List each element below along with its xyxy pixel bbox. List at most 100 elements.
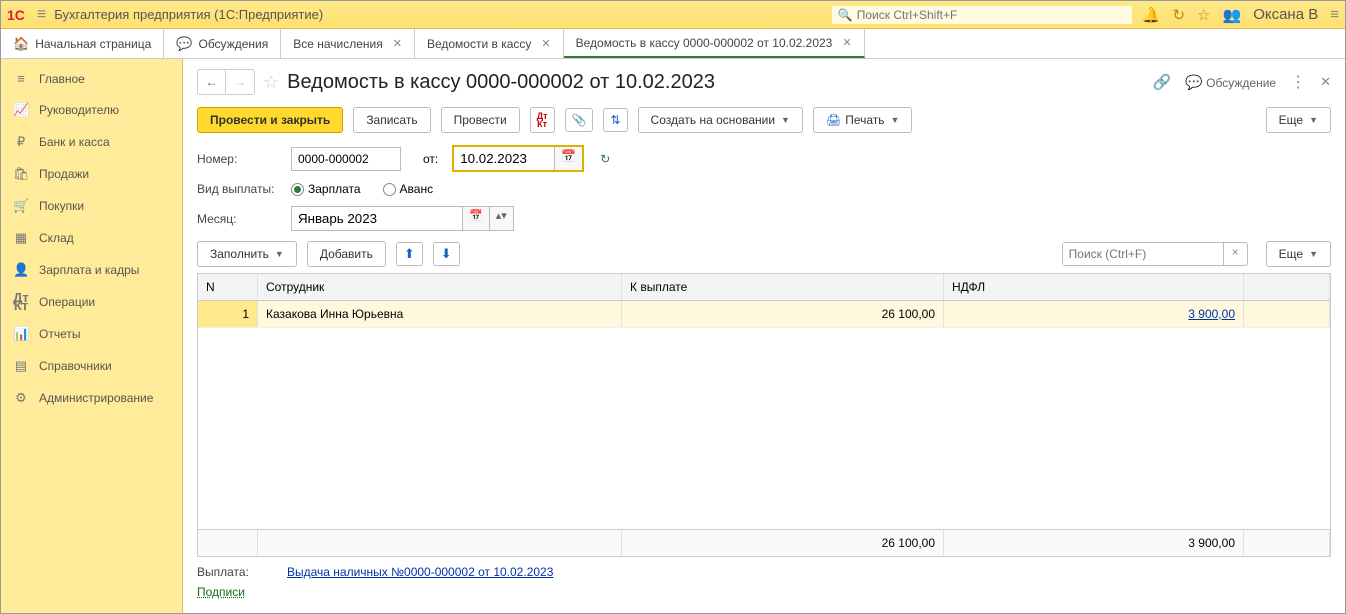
calendar-icon[interactable]: 📅 [554,147,582,170]
post-close-button[interactable]: Провести и закрыть [197,107,343,133]
toolbar: Провести и закрыть Записать Провести ДтК… [197,107,1331,133]
grid-search: × [1062,242,1248,266]
sidebar-item-bank[interactable]: ₽Банк и касса [1,126,182,158]
tab-discussions[interactable]: 💬Обсуждения [164,29,281,58]
fill-button[interactable]: Заполнить▼ [197,241,297,267]
number-input[interactable] [291,147,401,171]
chat-icon: 💬 [176,36,192,52]
move-down-button[interactable]: ⬇ [433,242,460,266]
col-employee[interactable]: Сотрудник [258,274,622,300]
user-icon[interactable]: 👥 [1223,6,1242,24]
date-input-wrap: 📅 [452,145,584,172]
save-button[interactable]: Записать [353,107,430,133]
doc-header: ← → ☆ Ведомость в кассу 0000-000002 от 1… [197,69,1331,95]
cart-icon: 🛒 [13,198,29,214]
dtkt-button[interactable]: ДтКт [530,107,555,133]
col-n[interactable]: N [198,274,258,300]
sidebar-item-reports[interactable]: 📊Отчеты [1,318,182,350]
move-up-button[interactable]: ⬆ [396,242,423,266]
payment-link[interactable]: Выдача наличных №0000-000002 от 10.02.20… [287,565,553,579]
titlebar: 1C ≡ Бухгалтерия предприятия (1С:Предпри… [1,1,1345,29]
kebab-icon[interactable]: ⋮ [1290,72,1306,92]
ruble-icon: ₽ [13,134,29,150]
close-panel-icon[interactable]: ✕ [1320,74,1331,90]
search-icon: 🔍 [838,8,853,22]
stepper-icon[interactable]: ▴▾ [489,207,513,230]
close-icon[interactable]: ✕ [393,37,402,50]
caret-down-icon: ▼ [1309,249,1318,259]
payment-label: Выплата: [197,565,267,579]
global-search[interactable]: 🔍 [832,6,1132,24]
radio-advance[interactable]: Аванс [383,182,434,196]
paytype-label: Вид выплаты: [197,182,283,196]
bell-icon[interactable]: 🔔 [1142,6,1161,24]
close-icon[interactable]: ✕ [541,37,550,50]
from-label: от: [423,152,438,166]
month-input[interactable] [292,207,462,230]
user-name[interactable]: Оксана В [1253,6,1318,23]
row-month: Месяц: 📅 ▴▾ [197,206,1331,231]
menu-icon[interactable]: ≡ [37,6,46,24]
calendar-icon[interactable]: 📅 [462,207,489,230]
more-button[interactable]: Еще▼ [1266,107,1331,133]
sidebar-item-manager[interactable]: 📈Руководителю [1,94,182,126]
favorite-icon[interactable]: ☆ [263,72,279,93]
link-icon[interactable]: 🔗 [1153,73,1172,91]
menu-right-icon[interactable]: ≡ [1330,6,1339,23]
attach-button[interactable]: 📎 [565,108,594,132]
sidebar-item-stock[interactable]: ▦Склад [1,222,182,254]
global-search-input[interactable] [857,8,1126,22]
tab-accruals[interactable]: Все начисления✕ [281,29,415,58]
clear-search-icon[interactable]: × [1223,243,1247,265]
app-title: Бухгалтерия предприятия (1С:Предприятие) [54,7,323,22]
structure-button[interactable]: ⇅ [603,108,627,132]
boxes-icon: ▦ [13,230,29,246]
discussion-icon[interactable]: 💬 [1185,74,1202,90]
caret-down-icon: ▼ [781,115,790,125]
post-button[interactable]: Провести [441,107,520,133]
add-button[interactable]: Добавить [307,241,386,267]
grid-search-input[interactable] [1063,243,1223,265]
sidebar-item-hr[interactable]: 👤Зарплата и кадры [1,254,182,286]
history-icon[interactable]: ↻ [1172,6,1185,24]
main-content: ← → ☆ Ведомость в кассу 0000-000002 от 1… [183,59,1345,613]
total-pay: 26 100,00 [622,530,944,556]
sidebar-item-sales[interactable]: 🛍Продажи [1,158,182,190]
tabbar: 🏠Начальная страница 💬Обсуждения Все начи… [1,29,1345,59]
nav-forward-button[interactable]: → [226,70,254,94]
close-icon[interactable]: ✕ [842,36,851,49]
sidebar-item-catalogs[interactable]: ▤Справочники [1,350,182,382]
tab-payrolls[interactable]: Ведомости в кассу✕ [415,29,564,58]
nav-back-button[interactable]: ← [198,70,226,94]
date-input[interactable] [454,147,554,170]
create-based-button[interactable]: Создать на основании▼ [638,107,803,133]
cell-employee: Казакова Инна Юрьевна [258,301,622,327]
star-icon[interactable]: ☆ [1197,6,1210,24]
sidebar-item-main[interactable]: ≡Главное [1,63,182,94]
ndfl-link[interactable]: 3 900,00 [1188,307,1235,321]
table-row[interactable]: 1 Казакова Инна Юрьевна 26 100,00 3 900,… [198,301,1330,328]
row-paytype: Вид выплаты: Зарплата Аванс [197,182,1331,196]
grid-footer: 26 100,00 3 900,00 [198,529,1330,556]
sidebar-item-operations[interactable]: ДтКтОперации [1,286,182,318]
tab-payroll-doc[interactable]: Ведомость в кассу 0000-000002 от 10.02.2… [564,29,865,58]
tab-home[interactable]: 🏠Начальная страница [1,29,164,58]
month-label: Месяц: [197,212,283,226]
signatures-link[interactable]: Подписи [197,585,245,599]
person-icon: 👤 [13,262,29,278]
dtkt-icon: ДтКт [13,294,29,310]
bars-icon: 📊 [13,326,29,342]
refresh-icon[interactable]: ↻ [600,152,610,166]
grid-more-button[interactable]: Еще▼ [1266,241,1331,267]
col-pay[interactable]: К выплате [622,274,944,300]
home-icon: 🏠 [13,36,29,52]
print-button[interactable]: 🖨 Печать▼ [813,107,912,133]
cell-ndfl: 3 900,00 [944,301,1244,327]
radio-salary[interactable]: Зарплата [291,182,361,196]
title-actions: 🔔 ↻ ☆ 👥 Оксана В ≡ [1142,6,1339,24]
col-ndfl[interactable]: НДФЛ [944,274,1244,300]
sidebar-item-admin[interactable]: ⚙Администрирование [1,382,182,414]
logo-1c: 1C [7,7,25,23]
month-input-wrap: 📅 ▴▾ [291,206,514,231]
sidebar-item-purchases[interactable]: 🛒Покупки [1,190,182,222]
